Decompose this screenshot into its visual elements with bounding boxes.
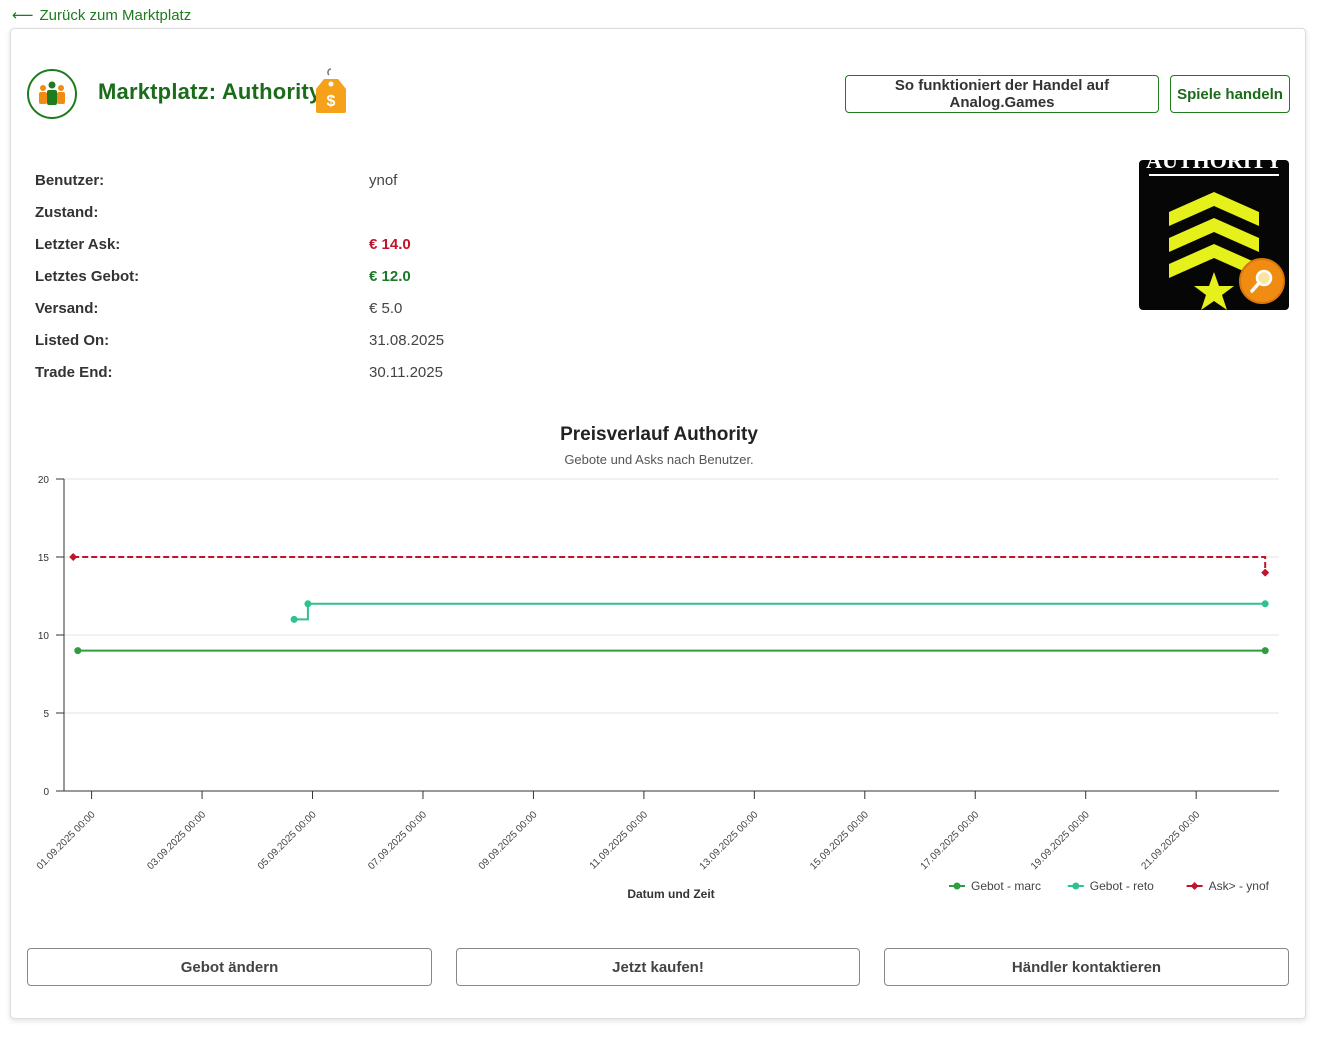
x-tick-label: 05.09.2025 00:00 [256,809,319,872]
info-row: Listed On: 31.08.2025 [35,324,444,356]
info-row: Letzter Ask: € 14.0 [35,228,444,260]
contact-dealer-button[interactable]: Händler kontaktieren [884,948,1289,986]
data-point [1261,568,1270,577]
info-label: Letzter Ask: [35,235,121,253]
series-line [294,602,1266,621]
price-history-chart: Preisverlauf Authority Gebote und Asks n… [11,409,1307,909]
y-tick-label: 5 [43,709,49,720]
info-value: € 5.0 [369,299,403,317]
arrow-left-icon: ⟵ [12,7,34,24]
x-tick-label: 21.09.2025 00:00 [1139,809,1202,872]
x-tick-label: 01.09.2025 00:00 [35,809,98,872]
data-point [1261,600,1269,608]
info-label: Letztes Gebot: [35,267,140,285]
x-tick-label: 09.09.2025 00:00 [477,809,540,872]
x-tick-label: 17.09.2025 00:00 [919,809,982,872]
data-point [1261,647,1269,655]
price-tag-symbol: $ [327,93,336,110]
x-tick-label: 07.09.2025 00:00 [366,809,429,872]
info-row: Benutzer: ynof [35,164,444,196]
y-tick-label: 20 [38,475,50,486]
magnifier-icon [1250,269,1273,293]
legend-label: Gebot - reto [1090,879,1154,893]
price-tag-icon: $ [314,67,348,120]
market-card: Marktplatz: Authority $ So funktioniert … [10,28,1306,1019]
x-tick-label: 15.09.2025 00:00 [808,809,871,872]
y-tick-label: 0 [43,787,49,798]
zoom-button[interactable] [1239,258,1285,304]
legend-swatch-marker [1072,882,1080,890]
info-label: Listed On: [35,331,110,349]
info-row: Trade End: 30.11.2025 [35,356,444,388]
back-link-label: Zurück zum Marktplatz [39,6,192,24]
chart-canvas: 0 5 10 15 20 01.09.2025 00:00 03.09.2025 00:00… [35,475,1279,901]
how-trading-works-button[interactable]: So funktioniert der Handel auf Analog.Ga… [845,75,1159,113]
data-point [304,600,312,608]
info-label: Trade End: [35,363,113,381]
x-tick-label: 03.09.2025 00:00 [145,809,208,872]
info-label: Zustand: [35,203,99,221]
legend-label: Gebot - marc [971,879,1041,893]
data-point [74,647,82,655]
community-logo-icon [27,69,77,119]
legend-swatch-marker [953,882,961,890]
data-point [290,615,298,623]
game-thumbnail[interactable]: AUTHORITY [1139,160,1289,310]
info-label: Versand: [35,299,99,317]
x-axis-label: Datum und Zeit [627,887,714,901]
x-tick-label: 13.09.2025 00:00 [698,809,761,872]
change-bid-button[interactable]: Gebot ändern [27,948,432,986]
buy-now-button[interactable]: Jetzt kaufen! [456,948,860,986]
info-value: € 12.0 [369,267,411,285]
info-label: Benutzer: [35,171,105,189]
back-to-marketplace-link[interactable]: ⟵ Zurück zum Marktplatz [12,6,192,25]
info-row: Letztes Gebot: € 12.0 [35,260,444,292]
info-value: 31.08.2025 [369,331,445,349]
x-tick-label: 11.09.2025 00:00 [588,809,651,872]
trade-games-button[interactable]: Spiele handeln [1170,75,1290,113]
legend-swatch-marker [1190,882,1199,890]
listing-info: Benutzer: ynof Zustand: Letzter Ask: € 14.0 L… [35,164,444,388]
info-row: Versand: € 5.0 [35,292,444,324]
info-row: Zustand: [35,196,444,228]
x-tick-label: 19.09.2025 00:00 [1029,809,1092,872]
page-title: Marktplatz: Authority [98,79,322,104]
y-tick-label: 10 [38,631,50,642]
legend-label: Ask> - ynof [1209,879,1270,893]
y-tick-label: 15 [38,553,50,564]
data-point [69,553,78,561]
info-value: ynof [369,171,398,189]
series-line [73,556,1267,573]
info-value: € 14.0 [369,235,411,253]
thumbnail-title: AUTHORITY [1146,160,1282,173]
info-value: 30.11.2025 [369,363,443,381]
